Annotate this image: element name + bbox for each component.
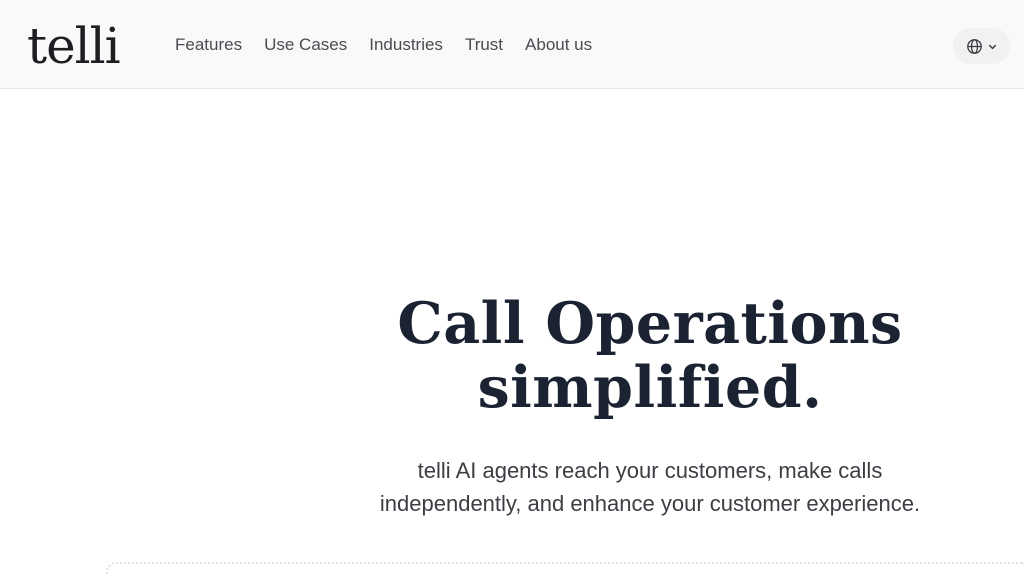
nav-industries[interactable]: Industries (369, 34, 443, 56)
content-card-edge (106, 562, 1024, 576)
nav-about-us[interactable]: About us (525, 34, 592, 56)
hero-title-line-2: simplified. (477, 354, 823, 421)
hero-subtitle-line-1: telli AI agents reach your customers, ma… (417, 458, 883, 483)
nav-use-cases[interactable]: Use Cases (264, 34, 347, 56)
hero-title: Call Operations simplified. (320, 292, 980, 420)
hero-subtitle-line-2: independently, and enhance your customer… (379, 491, 921, 516)
main-nav: Features Use Cases Industries Trust Abou… (175, 34, 592, 56)
hero-subtitle: telli AI agents reach your customers, ma… (300, 454, 1000, 520)
hero-title-line-1: Call Operations (397, 290, 903, 357)
nav-trust[interactable]: Trust (465, 34, 503, 56)
language-selector[interactable] (953, 28, 1010, 64)
chevron-down-icon (987, 41, 998, 52)
nav-features[interactable]: Features (175, 34, 242, 56)
telli-logo[interactable]: telli (27, 16, 121, 76)
globe-icon (966, 38, 983, 55)
top-navigation-bar: telli Features Use Cases Industries Trus… (0, 0, 1024, 89)
